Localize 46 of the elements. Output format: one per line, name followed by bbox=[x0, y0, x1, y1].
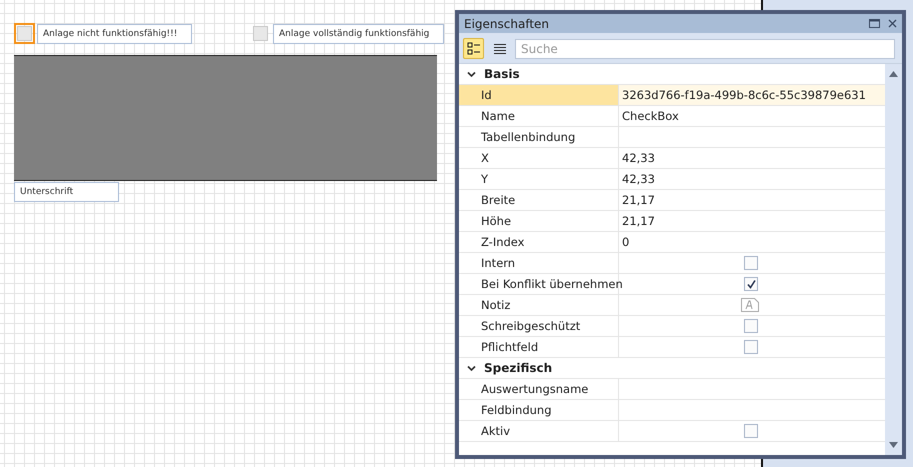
checkbox[interactable] bbox=[744, 319, 758, 333]
property-value[interactable]: 42,33 bbox=[622, 172, 655, 186]
categorized-list-icon bbox=[466, 42, 480, 56]
checkbox[interactable] bbox=[14, 23, 35, 44]
scrollbar[interactable] bbox=[885, 64, 902, 455]
property-name[interactable]: Y bbox=[459, 169, 619, 189]
category-header[interactable]: Spezifisch bbox=[484, 361, 552, 375]
property-value[interactable]: 0 bbox=[622, 235, 630, 249]
property-name[interactable]: Schreibgeschützt bbox=[459, 316, 619, 336]
checkbox-label: Anlage vollständig funktionsfähig bbox=[273, 24, 444, 44]
property-value[interactable]: 21,17 bbox=[622, 193, 655, 207]
checkbox[interactable] bbox=[744, 424, 758, 438]
category-header[interactable]: Basis bbox=[484, 67, 520, 81]
search-field[interactable]: Suche bbox=[515, 38, 895, 58]
property-name[interactable]: Höhe bbox=[459, 211, 619, 231]
chevron-icon[interactable] bbox=[467, 364, 476, 372]
panel-title: Eigenschaften bbox=[464, 16, 550, 30]
maximize-icon[interactable] bbox=[869, 19, 880, 28]
property-name[interactable]: Tabellenbindung bbox=[459, 127, 619, 147]
property-name[interactable]: X bbox=[459, 148, 619, 168]
checkbox[interactable] bbox=[744, 277, 758, 291]
property-name[interactable]: Name bbox=[459, 106, 619, 126]
checkbox[interactable] bbox=[250, 23, 271, 44]
property-name[interactable]: Intern bbox=[459, 253, 619, 273]
close-icon[interactable] bbox=[888, 19, 897, 28]
property-name[interactable]: Id bbox=[459, 85, 619, 105]
property-name[interactable]: Aktiv bbox=[459, 421, 619, 441]
checkbox[interactable] bbox=[744, 256, 758, 270]
checkbox[interactable] bbox=[744, 340, 758, 354]
property-value[interactable]: 21,17 bbox=[622, 214, 655, 228]
categorized-view-button[interactable] bbox=[463, 38, 484, 59]
property-name[interactable]: Feldbindung bbox=[459, 400, 619, 420]
property-name[interactable]: Pflichtfeld bbox=[459, 337, 619, 357]
text-label: Unterschrift bbox=[14, 182, 119, 202]
property-value[interactable]: CheckBox bbox=[622, 109, 679, 123]
property-name[interactable]: Auswertungsname bbox=[459, 379, 619, 399]
property-name[interactable]: Breite bbox=[459, 190, 619, 210]
property-name[interactable]: Notiz bbox=[459, 295, 619, 315]
list-icon bbox=[492, 42, 506, 56]
property-value[interactable]: 42,33 bbox=[622, 151, 655, 165]
note-icon[interactable] bbox=[741, 298, 759, 312]
scroll-up-icon[interactable] bbox=[889, 71, 898, 77]
chevron-icon[interactable] bbox=[467, 70, 476, 78]
property-name[interactable]: Z-Index bbox=[459, 232, 619, 252]
checkbox-label: Anlage nicht funktionsfähig!!! bbox=[37, 24, 192, 44]
scroll-down-icon[interactable] bbox=[889, 442, 898, 448]
